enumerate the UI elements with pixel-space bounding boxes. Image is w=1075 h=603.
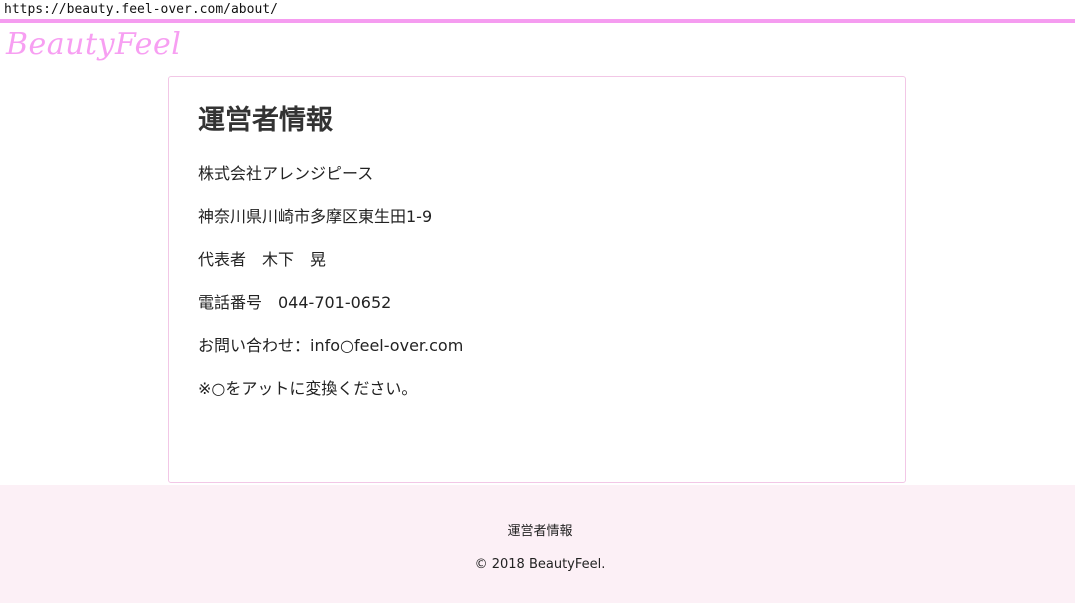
contact-email: お問い合わせ：info○feel-over.com bbox=[198, 336, 464, 355]
about-card: 運営者情報 株式会社アレンジピース 神奈川県川崎市多摩区東生田1-9 代表者 木… bbox=[168, 76, 906, 483]
footer-link-about[interactable]: 運営者情報 bbox=[0, 523, 1075, 541]
footer: 運営者情報 © 2018 BeautyFeel. bbox=[0, 485, 1075, 603]
header-accent-line bbox=[0, 19, 1075, 23]
address-bar-url[interactable]: https://beauty.feel-over.com/about/ bbox=[0, 0, 1075, 20]
company-name: 株式会社アレンジピース bbox=[198, 164, 374, 183]
copyright: © 2018 BeautyFeel. bbox=[474, 557, 606, 572]
phone-number: 電話番号 044-701-0652 bbox=[198, 293, 392, 312]
email-note: ※○をアットに変換ください。 bbox=[198, 379, 418, 398]
site-logo[interactable]: BeautyFeel bbox=[6, 26, 181, 64]
representative: 代表者 木下 晃 bbox=[198, 250, 327, 269]
company-address: 神奈川県川崎市多摩区東生田1-9 bbox=[198, 207, 433, 226]
page-title: 運営者情報 bbox=[198, 105, 333, 136]
